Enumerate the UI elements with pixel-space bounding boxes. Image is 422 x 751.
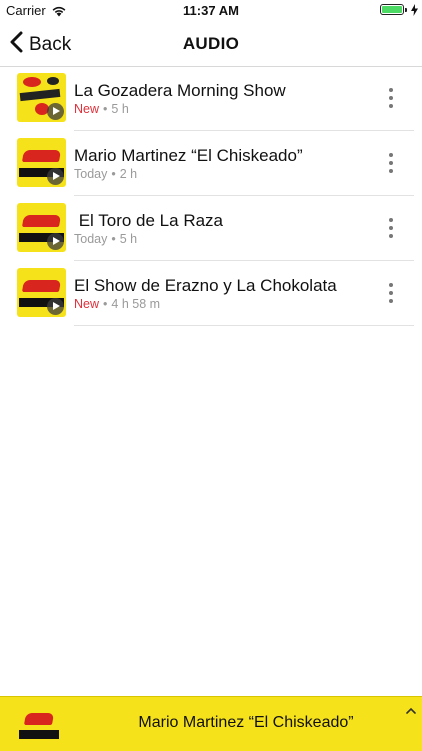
- item-age: 4 h 58 m: [111, 297, 161, 311]
- item-title: Mario Martinez “El Chiskeado”: [74, 146, 303, 165]
- battery-icon: [380, 4, 404, 15]
- status-badge: New: [74, 102, 100, 116]
- la-raza-logo: [17, 703, 61, 747]
- status-bar: Carrier 11:37 AM: [0, 0, 422, 22]
- list-item[interactable]: Mario Martinez “El Chiskeado” Today • 2 h: [0, 131, 422, 196]
- play-icon[interactable]: [47, 298, 64, 315]
- item-age: 5 h: [119, 232, 138, 246]
- page-title: AUDIO: [182, 34, 240, 53]
- la-gozadera-logo: [17, 73, 66, 122]
- chevron-up-icon[interactable]: [406, 701, 416, 719]
- battery-cap: [405, 8, 407, 12]
- item-title: El Show de Erazno y La Chokolata: [74, 276, 337, 295]
- list-item[interactable]: La Gozadera Morning Show New • 5 h: [0, 66, 422, 131]
- item-age: 5 h: [111, 102, 129, 116]
- la-raza-logo: [17, 268, 66, 317]
- play-icon[interactable]: [47, 103, 64, 120]
- mini-player[interactable]: Mario Martinez “El Chiskeado”: [0, 696, 422, 751]
- item-meta: Today • 2 h: [74, 167, 138, 181]
- item-meta: New • 4 h 58 m: [74, 297, 161, 311]
- navigation-bar: Back AUDIO: [0, 22, 422, 67]
- status-time: 11:37 AM: [183, 3, 239, 18]
- more-options-icon[interactable]: [388, 283, 394, 303]
- item-title: El Toro de La Raza: [74, 211, 223, 230]
- charging-bolt-icon: [411, 3, 418, 21]
- item-date: Today: [74, 232, 108, 246]
- item-meta: Today • 5 h: [74, 232, 138, 246]
- more-options-icon[interactable]: [388, 153, 394, 173]
- audio-list: La Gozadera Morning Show New • 5 h Mario M…: [0, 66, 422, 326]
- item-title: La Gozadera Morning Show: [74, 81, 286, 100]
- play-icon[interactable]: [47, 168, 64, 185]
- item-date: Today: [74, 167, 108, 181]
- play-icon[interactable]: [47, 233, 64, 250]
- item-meta: New • 5 h: [74, 102, 129, 116]
- more-options-icon[interactable]: [388, 88, 394, 108]
- status-badge: New: [74, 297, 100, 311]
- list-item[interactable]: El Toro de La Raza Today • 5 h: [0, 196, 422, 261]
- la-raza-logo: [17, 138, 66, 187]
- more-options-icon[interactable]: [388, 218, 394, 238]
- list-item[interactable]: El Show de Erazno y La Chokolata New • 4 h…: [0, 261, 422, 326]
- la-raza-logo: [17, 203, 66, 252]
- now-playing-title: Mario Martinez “El Chiskeado”: [138, 714, 354, 731]
- item-age: 2 h: [119, 167, 138, 181]
